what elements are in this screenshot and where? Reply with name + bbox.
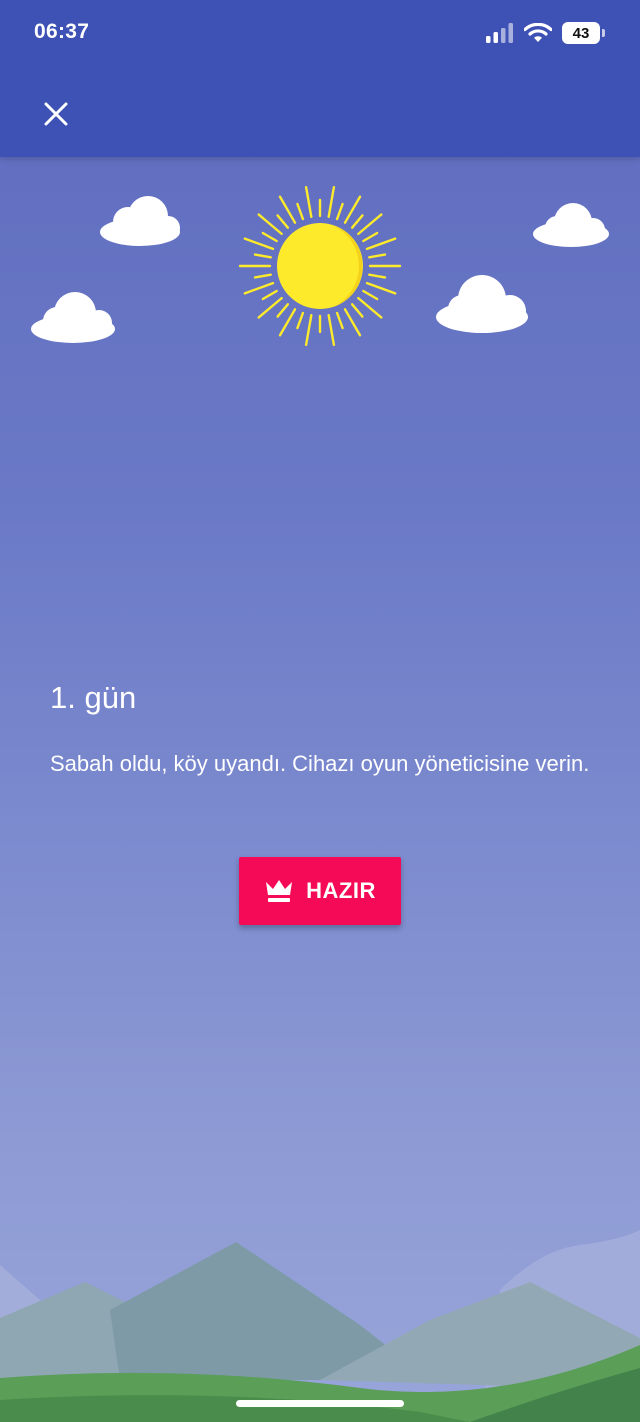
close-button[interactable] xyxy=(36,94,76,134)
battery-icon: 43 xyxy=(562,22,605,44)
sun-ray xyxy=(327,314,336,346)
sun-illustration xyxy=(238,186,402,346)
day-content: 1. gün Sabah oldu, köy uyandı. Cihazı oy… xyxy=(50,676,610,780)
sun-ray xyxy=(261,231,278,243)
sun-ray xyxy=(253,273,272,279)
crown-icon xyxy=(266,880,293,902)
home-indicator[interactable] xyxy=(236,1400,404,1407)
sun-ray xyxy=(296,311,305,330)
sun-ray xyxy=(304,186,313,218)
landscape-illustration xyxy=(0,1230,640,1422)
ready-button-label: HAZIR xyxy=(306,878,376,903)
sun-ray xyxy=(253,253,272,259)
sun-ray xyxy=(343,195,362,224)
ready-button[interactable]: HAZIR xyxy=(239,857,401,925)
sun-ray xyxy=(368,253,387,259)
sun-ray xyxy=(278,308,297,337)
sun-ray xyxy=(243,281,275,295)
sun-ray xyxy=(362,289,379,301)
sun-ray xyxy=(343,308,362,337)
day-message: Sabah oldu, köy uyandı. Cihazı oyun yöne… xyxy=(50,751,590,776)
sun-ray xyxy=(276,303,290,318)
sun-ray xyxy=(327,186,336,218)
sun-ray xyxy=(350,214,364,229)
sun-ray xyxy=(365,281,397,295)
status-time: 06:37 xyxy=(34,20,90,43)
sun-ray xyxy=(276,214,290,229)
sun-ray xyxy=(335,311,344,330)
status-icons: 43 xyxy=(486,22,605,44)
sun-ray xyxy=(335,202,344,221)
day-title: 1. gün xyxy=(50,680,137,715)
app-bar: 06:37 43 xyxy=(0,0,640,157)
sun-ray xyxy=(243,237,275,251)
sun-ray xyxy=(278,195,297,224)
wifi-icon xyxy=(524,23,552,42)
sun-ray xyxy=(362,231,379,243)
battery-level: 43 xyxy=(572,24,590,42)
sun-ray xyxy=(304,314,313,346)
sun-ray xyxy=(296,202,305,221)
signal-icon xyxy=(486,23,513,43)
sun-ray xyxy=(261,289,278,301)
sun-ray xyxy=(365,237,397,251)
sun-ray xyxy=(368,273,387,279)
sky-illustration xyxy=(31,186,609,346)
close-icon xyxy=(44,102,68,126)
sun-ray xyxy=(350,303,364,318)
